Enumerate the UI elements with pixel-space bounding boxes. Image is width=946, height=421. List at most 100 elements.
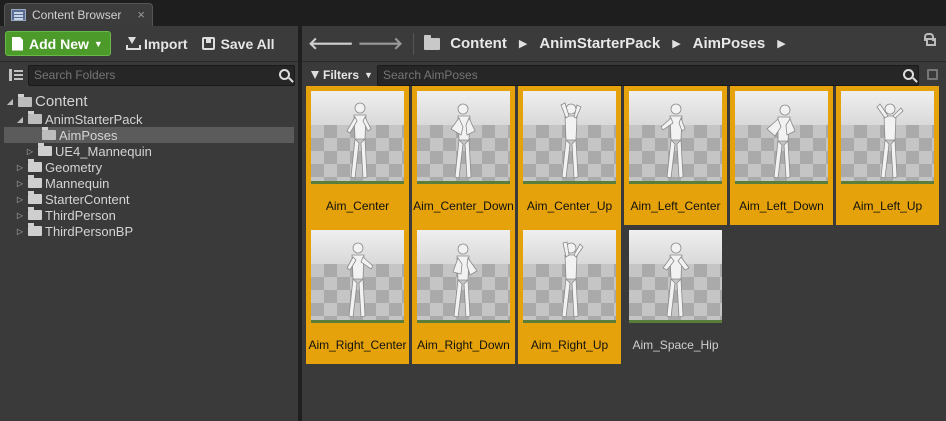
search-icon[interactable] — [903, 69, 914, 80]
collapsed-triangle-icon[interactable]: ▷ — [16, 211, 24, 220]
folder-icon — [38, 143, 52, 156]
toolbar: Add New ▼ Import Save All — [0, 26, 298, 61]
asset-tile[interactable]: Aim_Space_Hip — [624, 225, 727, 364]
save-icon — [201, 37, 215, 50]
tree-item-aimposes[interactable]: AimPoses — [4, 127, 294, 143]
tree-item-label: Content — [35, 93, 88, 110]
asset-thumbnail — [629, 230, 722, 323]
folder-icon — [28, 191, 42, 204]
tree-item-startercontent[interactable]: ▷ StarterContent — [0, 191, 298, 207]
asset-name: Aim_Center — [325, 199, 390, 213]
folder-search-input[interactable] — [34, 68, 264, 82]
collapsed-triangle-icon[interactable]: ▷ — [16, 163, 24, 172]
tree-item-label: AimPoses — [59, 127, 118, 143]
expanded-triangle-icon[interactable]: ◢ — [6, 97, 14, 106]
folder-search-row — [0, 64, 298, 86]
tree-item-geometry[interactable]: ▷ Geometry — [0, 159, 298, 175]
asset-name: Aim_Left_Down — [739, 199, 824, 213]
chevron-right-icon[interactable]: ▶ — [672, 37, 680, 50]
tree-item-thirdperson[interactable]: ▷ ThirdPerson — [0, 207, 298, 223]
tree-item-ue4-mannequin[interactable]: ▷ UE4_Mannequin — [0, 143, 298, 159]
tree-toggle-icon[interactable] — [9, 69, 23, 81]
asset-panel: Filters ▼ Aim_Center Aim_Center_Down Aim… — [302, 61, 946, 421]
forward-arrow-icon[interactable]: 🡒 — [358, 34, 404, 54]
asset-thumbnail — [523, 230, 616, 323]
new-document-icon — [12, 36, 23, 51]
caret-down-icon: ▼ — [93, 38, 103, 49]
asset-search-field[interactable] — [377, 65, 919, 86]
save-all-button[interactable]: Save All — [201, 35, 275, 52]
filters-label: Filters — [323, 68, 360, 82]
save-search-icon[interactable] — [927, 69, 938, 80]
asset-tile[interactable]: Aim_Center — [306, 86, 409, 225]
import-button[interactable]: Import — [125, 36, 188, 52]
asset-thumbnail — [311, 91, 404, 184]
asset-thumbnail — [629, 91, 722, 184]
breadcrumb-bar: 🡐 🡒 Content ▶ AnimStarterPack ▶ AimPoses… — [302, 26, 946, 61]
asset-name: Aim_Center_Down — [413, 199, 514, 213]
add-new-label: Add New — [29, 35, 89, 52]
asset-tile[interactable]: Aim_Right_Center — [306, 225, 409, 364]
import-icon — [125, 37, 141, 50]
mannequin-figure — [875, 103, 904, 179]
mannequin-figure — [561, 241, 584, 318]
tree-item-label: Geometry — [45, 159, 103, 175]
tab-content-browser[interactable]: Content Browser × — [4, 3, 153, 26]
folder-open-icon — [42, 127, 56, 140]
filter-icon — [311, 71, 319, 79]
asset-name: Aim_Center_Up — [526, 199, 613, 213]
chevron-right-icon[interactable]: ▶ — [777, 37, 785, 50]
filters-button[interactable]: Filters ▼ — [311, 68, 373, 82]
asset-name: Aim_Left_Center — [630, 199, 721, 213]
asset-name: Aim_Right_Down — [417, 338, 510, 352]
tab-label: Content Browser — [32, 8, 122, 22]
folder-search-field[interactable] — [28, 65, 295, 86]
breadcrumb-animstarterpack[interactable]: AnimStarterPack — [539, 35, 660, 52]
tree-item-thirdpersonbp[interactable]: ▷ ThirdPersonBP — [0, 223, 298, 239]
search-icon[interactable] — [279, 69, 290, 80]
folder-icon — [424, 34, 441, 50]
asset-tile[interactable]: Aim_Left_Up — [836, 86, 939, 225]
lock-icon[interactable] — [924, 33, 936, 46]
folder-icon — [28, 223, 42, 236]
add-new-button[interactable]: Add New ▼ — [5, 31, 111, 56]
tree-item-label: ThirdPersonBP — [45, 223, 134, 239]
tree-item-mannequin[interactable]: ▷ Mannequin — [0, 175, 298, 191]
asset-thumbnail — [417, 230, 510, 323]
breadcrumb-aimposes[interactable]: AimPoses — [693, 35, 766, 52]
collapsed-triangle-icon[interactable]: ▷ — [26, 147, 34, 156]
asset-name: Aim_Space_Hip — [632, 338, 719, 352]
tree-item-animstarterpack[interactable]: ◢ AnimStarterPack — [0, 111, 298, 127]
asset-thumbnail — [417, 91, 510, 184]
asset-tile[interactable]: Aim_Center_Down — [412, 86, 515, 225]
asset-search-input[interactable] — [383, 66, 883, 85]
chevron-right-icon[interactable]: ▶ — [519, 37, 527, 50]
caret-down-icon: ▼ — [364, 70, 373, 80]
asset-name: Aim_Right_Up — [530, 338, 609, 352]
tree-item-label: ThirdPerson — [45, 207, 116, 223]
expanded-triangle-icon[interactable]: ◢ — [16, 115, 24, 124]
folder-open-icon — [18, 93, 32, 107]
tree-item-label: UE4_Mannequin — [55, 143, 152, 159]
asset-tile[interactable]: Aim_Right_Down — [412, 225, 515, 364]
asset-tile[interactable]: Aim_Center_Up — [518, 86, 621, 225]
asset-tile[interactable]: Aim_Right_Up — [518, 225, 621, 364]
folder-icon — [28, 207, 42, 220]
folder-panel: ◢ Content ◢ AnimStarterPack AimPoses ▷ U… — [0, 61, 298, 421]
save-all-label: Save All — [220, 35, 275, 52]
asset-tile[interactable]: Aim_Left_Center — [624, 86, 727, 225]
collapsed-triangle-icon[interactable]: ▷ — [16, 179, 24, 188]
back-arrow-icon[interactable]: 🡐 — [308, 34, 354, 54]
filter-row: Filters ▼ — [302, 64, 946, 86]
folder-open-icon — [28, 111, 42, 124]
breadcrumb-content[interactable]: Content — [450, 35, 507, 52]
close-icon[interactable]: × — [137, 7, 145, 22]
collapsed-triangle-icon[interactable]: ▷ — [16, 195, 24, 204]
mannequin-figure — [451, 243, 478, 318]
tree-item-label: StarterContent — [45, 191, 130, 207]
asset-thumbnail — [311, 230, 404, 323]
tree-item-content[interactable]: ◢ Content — [0, 92, 298, 111]
mannequin-figure — [765, 104, 796, 179]
asset-tile[interactable]: Aim_Left_Down — [730, 86, 833, 225]
collapsed-triangle-icon[interactable]: ▷ — [16, 227, 24, 236]
